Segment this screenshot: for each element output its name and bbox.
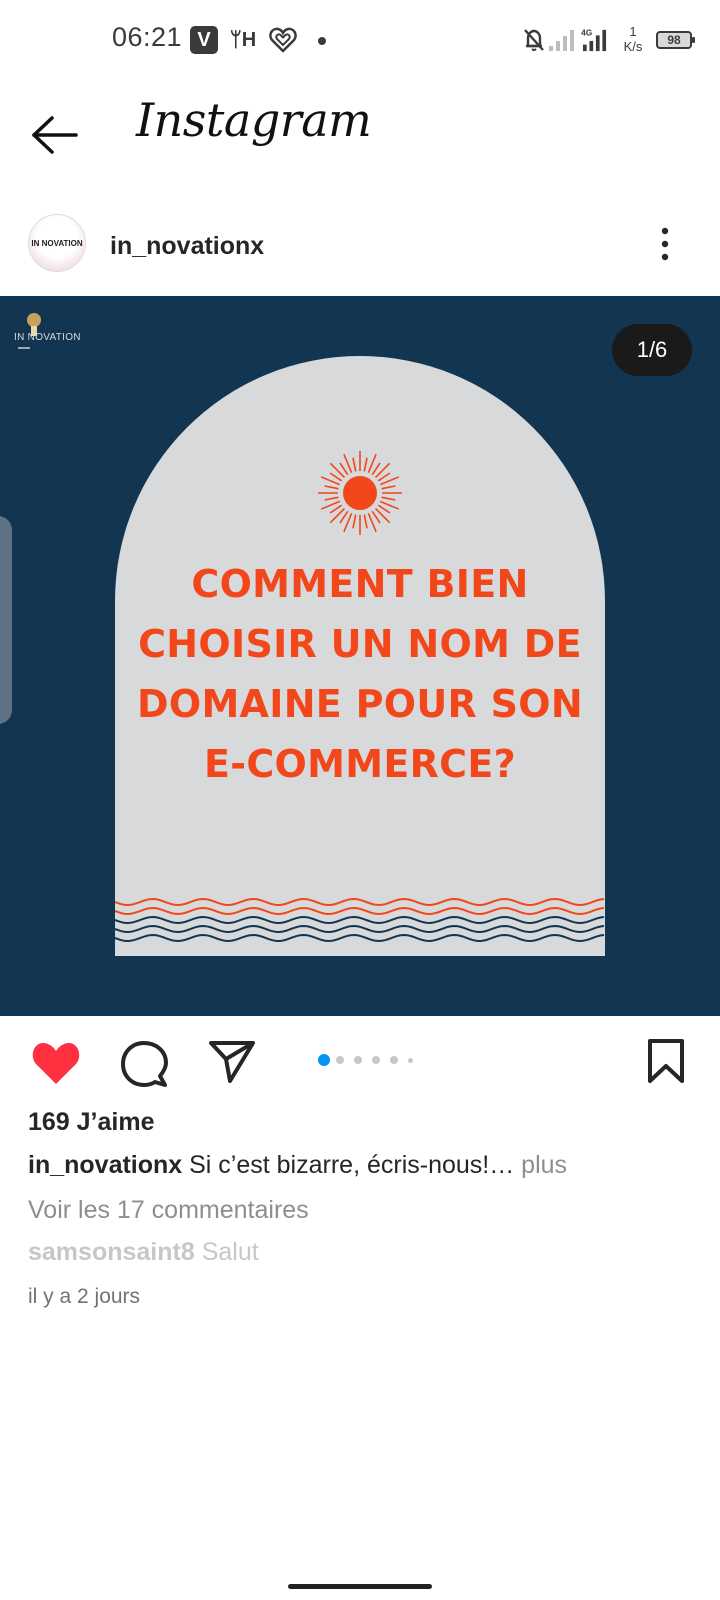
sun-ray: [329, 472, 343, 482]
caption-username[interactable]: in_novationx: [28, 1151, 182, 1179]
app-title: Instagram: [136, 93, 372, 147]
post-image[interactable]: IN NOVATION COMMENT BIEN CHOISIR UN NOM …: [0, 296, 720, 1016]
post-actions: [0, 1030, 720, 1090]
brand-text: IN NOVATION: [14, 332, 81, 343]
comment-text: Salut: [194, 1238, 259, 1266]
sun-ray: [324, 496, 339, 501]
back-arrow-icon[interactable]: [30, 115, 80, 155]
preview-comment: samsonsaint8 Salut: [28, 1238, 259, 1267]
sun-ray: [352, 514, 357, 529]
heart-outline-icon: [268, 26, 298, 54]
carousel-dot: [390, 1056, 398, 1064]
bookmark-icon[interactable]: [646, 1038, 686, 1084]
more-options-icon[interactable]: [658, 226, 672, 262]
avatar[interactable]: IN NOVATION: [28, 214, 86, 272]
carousel-dot: [372, 1056, 380, 1064]
signal-2-icon: 4G: [581, 28, 607, 52]
sun-ray: [371, 462, 381, 476]
post-username[interactable]: in_novationx: [110, 232, 264, 261]
sun-ray: [377, 504, 391, 514]
sun-ray: [339, 510, 349, 524]
avatar-logo-text: IN NOVATION: [31, 238, 83, 248]
sun-ray: [371, 510, 381, 524]
comment-icon[interactable]: [120, 1040, 168, 1088]
sun-ray: [329, 504, 343, 514]
caption-more-link[interactable]: plus: [514, 1151, 567, 1179]
send-icon[interactable]: [208, 1040, 256, 1084]
carousel-dot: [354, 1056, 362, 1064]
app-yh-icon: ᛘH: [229, 28, 257, 51]
battery-indicator: 98: [656, 31, 695, 49]
carousel-dot: [408, 1058, 413, 1063]
sun-ray: [363, 457, 368, 472]
post-headline: COMMENT BIEN CHOISIR UN NOM DE DOMAINE P…: [137, 562, 583, 786]
sun-icon: [318, 451, 402, 535]
caption-text: Si c’est bizarre, écris-nous!…: [182, 1151, 515, 1179]
svg-text:4G: 4G: [581, 28, 592, 37]
network-speed: 1 K/s: [623, 24, 643, 54]
status-bar: 06:21 V ᛘH 4G 1 K/s 98: [0, 0, 720, 80]
sun-ray: [352, 457, 357, 472]
sun-core: [343, 476, 377, 510]
sun-ray: [381, 496, 396, 501]
wave-line: [115, 897, 605, 907]
bell-muted-icon: [524, 29, 544, 51]
view-comments-link[interactable]: Voir les 17 commentaires: [28, 1196, 309, 1225]
likes-count[interactable]: 169 J’aime: [28, 1108, 155, 1137]
app-v-icon: V: [190, 26, 218, 54]
carousel-dot: [318, 1054, 330, 1066]
heart-filled-icon[interactable]: [30, 1040, 82, 1086]
wave-line: [115, 924, 605, 934]
carousel-counter: 1/6: [612, 324, 692, 376]
wave-line: [115, 915, 605, 925]
signal-1-icon: [549, 30, 574, 51]
wave-line: [115, 906, 605, 916]
home-indicator[interactable]: [288, 1584, 432, 1589]
sun-ray: [339, 462, 349, 476]
notification-dot-icon: [318, 37, 326, 45]
status-time: 06:21: [112, 22, 183, 52]
carousel-dots: [318, 1054, 428, 1066]
brand-logo-icon: [18, 313, 41, 349]
post-timestamp: il y a 2 jours: [28, 1285, 141, 1308]
comment-username[interactable]: samsonsaint8: [28, 1238, 195, 1266]
carousel-dot: [336, 1056, 344, 1064]
sun-ray: [381, 485, 396, 490]
sun-ray: [324, 485, 339, 490]
side-tab-handle[interactable]: [0, 516, 12, 724]
sun-ray: [377, 472, 391, 482]
wave-line: [115, 933, 605, 943]
post-caption: in_novationx Si c’est bizarre, écris-nou…: [28, 1151, 567, 1180]
waves-decoration: [115, 897, 605, 943]
sun-ray: [363, 514, 368, 529]
headline-arch: COMMENT BIEN CHOISIR UN NOM DE DOMAINE P…: [115, 356, 605, 956]
